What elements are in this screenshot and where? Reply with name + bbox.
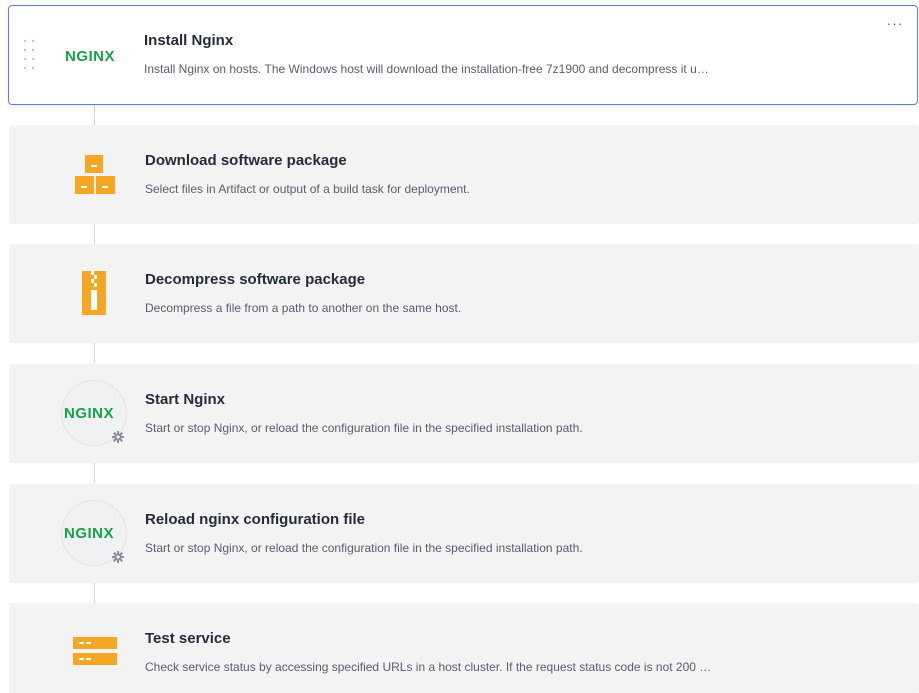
pipeline-step-list: NGINX Install Nginx Install Nginx on hos… [0, 0, 919, 693]
step-title: Decompress software package [145, 271, 366, 288]
step-description: Select files in Artifact or output of a … [145, 182, 470, 196]
drag-handle-icon[interactable] [23, 38, 35, 72]
step-card-test-service[interactable]: Test service Check service status by acc… [9, 603, 919, 693]
gear-icon [112, 550, 124, 563]
step-connector [94, 224, 95, 244]
step-description: Start or stop Nginx, or reload the confi… [145, 541, 583, 555]
step-description: Start or stop Nginx, or reload the confi… [145, 421, 583, 435]
step-description: Check service status by accessing specif… [145, 660, 712, 674]
step-title: Reload nginx configuration file [145, 511, 366, 528]
gear-icon [112, 430, 124, 443]
package-boxes-icon [73, 149, 117, 197]
server-rack-icon [71, 635, 119, 671]
step-title: Test service [145, 630, 231, 647]
step-description: Decompress a file from a path to another… [145, 301, 462, 315]
step-title: Download software package [145, 152, 347, 169]
step-card-start-nginx[interactable]: NGINX Start Nginx Start or stop Nginx, o… [9, 364, 919, 463]
step-title: Start Nginx [145, 391, 226, 408]
step-connector [94, 105, 95, 125]
step-card-reload-nginx-config[interactable]: NGINX Reload nginx configuration file St… [9, 484, 919, 583]
more-options-button[interactable]: ··· [883, 16, 907, 32]
step-card-download-software-package[interactable]: Download software package Select files i… [9, 125, 919, 224]
step-connector [94, 343, 95, 363]
nginx-logo-icon: NGINX [64, 405, 115, 422]
nginx-logo-icon: NGINX [65, 48, 116, 65]
step-title: Install Nginx [144, 32, 234, 49]
step-connector [94, 462, 95, 483]
step-connector [94, 582, 95, 603]
step-card-decompress-software-package[interactable]: Decompress software package Decompress a… [9, 244, 919, 343]
step-card-install-nginx[interactable]: NGINX Install Nginx Install Nginx on hos… [8, 5, 918, 105]
step-description: Install Nginx on hosts. The Windows host… [144, 62, 709, 76]
nginx-logo-icon: NGINX [64, 525, 115, 542]
zip-archive-icon [79, 268, 109, 318]
